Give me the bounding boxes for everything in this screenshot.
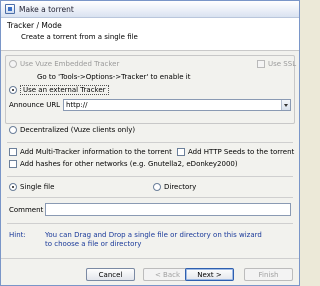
multi-tracker-checkbox[interactable]: [9, 148, 17, 156]
cancel-button[interactable]: Cancel: [86, 268, 135, 281]
separator: [7, 142, 293, 143]
next-button[interactable]: Next >: [185, 268, 234, 281]
directory-option[interactable]: Directory: [153, 183, 196, 191]
decentralized-label: Decentralized (Vuze clients only): [20, 126, 136, 134]
other-hashes-option[interactable]: Add hashes for other networks (e.g. Gnut…: [9, 160, 238, 168]
separator: [7, 197, 293, 198]
embedded-tracker-hint: Go to 'Tools->Options->Tracker' to enabl…: [37, 73, 191, 81]
external-tracker-radio[interactable]: [9, 86, 17, 94]
page-subtitle: Create a torrent from a single file: [21, 33, 138, 41]
single-file-label: Single file: [20, 183, 55, 191]
app-icon: [5, 4, 15, 14]
finish-button[interactable]: Finish: [244, 268, 293, 281]
use-ssl-option[interactable]: Use SSL: [257, 60, 296, 68]
page-title: Tracker / Mode: [7, 21, 62, 30]
wizard-header: Tracker / Mode Create a torrent from a s…: [1, 18, 299, 51]
directory-label: Directory: [164, 183, 197, 191]
wizard-content: Use Vuze Embedded Tracker Use SSL Go to …: [1, 52, 299, 252]
multi-tracker-option[interactable]: Add Multi-Tracker information to the tor…: [9, 148, 172, 156]
chevron-down-icon[interactable]: [281, 100, 290, 110]
http-seeds-option[interactable]: Add HTTP Seeds to the torrent: [177, 148, 294, 156]
comment-field[interactable]: [45, 203, 291, 216]
use-ssl-checkbox[interactable]: [257, 60, 265, 68]
http-seeds-checkbox[interactable]: [177, 148, 185, 156]
window-title: Make a torrent: [19, 5, 74, 14]
use-ssl-label: Use SSL: [268, 60, 297, 68]
separator: [7, 176, 293, 177]
separator: [7, 223, 293, 224]
hint-label: Hint:: [9, 231, 26, 239]
external-tracker-option[interactable]: Use an external Tracker: [9, 85, 109, 95]
other-hashes-checkbox[interactable]: [9, 160, 17, 168]
announce-url-label: Announce URL :: [9, 101, 65, 109]
external-tracker-label: Use an external Tracker: [20, 85, 109, 95]
announce-url-combo[interactable]: [63, 99, 291, 111]
embedded-tracker-label: Use Vuze Embedded Tracker: [20, 60, 120, 68]
http-seeds-label: Add HTTP Seeds to the torrent: [188, 148, 295, 156]
comment-input[interactable]: [46, 204, 290, 215]
embedded-tracker-option[interactable]: Use Vuze Embedded Tracker: [9, 60, 119, 68]
multi-tracker-label: Add Multi-Tracker information to the tor…: [20, 148, 172, 156]
directory-radio[interactable]: [153, 183, 161, 191]
single-file-option[interactable]: Single file: [9, 183, 54, 191]
title-bar[interactable]: Make a torrent: [1, 1, 299, 18]
decentralized-option[interactable]: Decentralized (Vuze clients only): [9, 126, 135, 134]
comment-label: Comment: [9, 206, 44, 214]
decentralized-radio[interactable]: [9, 126, 17, 134]
button-bar: Cancel < Back Next > Finish: [1, 258, 299, 286]
make-torrent-window: Make a torrent Tracker / Mode Create a t…: [0, 0, 300, 286]
hint-text: You can Drag and Drop a single file or d…: [45, 231, 262, 248]
other-hashes-label: Add hashes for other networks (e.g. Gnut…: [20, 160, 238, 168]
single-file-radio[interactable]: [9, 183, 17, 191]
embedded-tracker-radio[interactable]: [9, 60, 17, 68]
announce-url-input[interactable]: [64, 100, 282, 110]
